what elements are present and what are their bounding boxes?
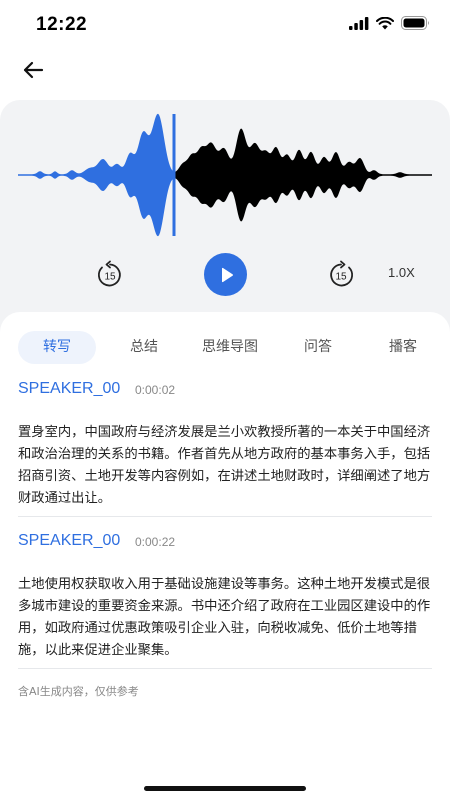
tab-bar: 转写 总结 思维导图 问答 播客 <box>18 331 438 364</box>
rewind-seconds-label: 15 <box>104 272 116 283</box>
playback-speed-button[interactable]: 1.0X <box>388 265 415 280</box>
speaker-name[interactable]: SPEAKER_00 <box>18 380 120 398</box>
content-sheet: 转写 总结 思维导图 问答 播客 SPEAKER_00 0:00:02 置身室内… <box>0 312 450 800</box>
cellular-signal-icon <box>349 16 369 30</box>
audio-player: 15 15 1.0X <box>0 100 450 340</box>
divider <box>18 668 432 669</box>
rewind-icon: 15 <box>97 260 121 287</box>
back-button[interactable] <box>18 56 48 84</box>
segment-timestamp[interactable]: 0:00:22 <box>135 535 175 549</box>
tab-transcript[interactable]: 转写 <box>18 331 96 364</box>
playback-controls: 15 15 1.0X <box>0 250 450 300</box>
tab-summary[interactable]: 总结 <box>114 331 174 364</box>
tab-podcast[interactable]: 播客 <box>373 331 433 364</box>
wifi-icon <box>376 16 394 29</box>
waveform-played <box>18 113 174 237</box>
arrow-left-icon <box>23 61 44 79</box>
waveform-unplayed <box>174 128 432 222</box>
tab-mind-map[interactable]: 思维导图 <box>194 331 266 364</box>
speaker-name[interactable]: SPEAKER_00 <box>18 532 120 550</box>
status-bar: 12:22 <box>0 0 450 50</box>
audio-waveform[interactable] <box>0 100 450 250</box>
playhead[interactable] <box>172 114 176 236</box>
play-icon <box>221 267 233 282</box>
battery-icon <box>401 16 429 30</box>
speaker-row: SPEAKER_00 0:00:02 <box>18 380 432 404</box>
ai-disclaimer: 含AI生成内容，仅供参考 <box>18 685 139 698</box>
segment-timestamp[interactable]: 0:00:02 <box>135 383 175 397</box>
tab-qa[interactable]: 问答 <box>288 331 348 364</box>
divider <box>18 516 432 517</box>
status-time: 12:22 <box>36 14 88 35</box>
transcript-segment[interactable]: SPEAKER_00 0:00:22 土地使用权获取收入用于基础设施建设等事务。… <box>18 532 432 662</box>
forward-15-button[interactable]: 15 <box>326 260 356 290</box>
speaker-row: SPEAKER_00 0:00:22 <box>18 532 432 556</box>
home-indicator[interactable] <box>144 786 306 791</box>
forward-icon: 15 <box>330 260 354 287</box>
play-button[interactable] <box>204 253 247 296</box>
segment-text: 土地使用权获取收入用于基础设施建设等事务。这种土地开发模式是很多城市建设的重要资… <box>18 577 431 658</box>
forward-seconds-label: 15 <box>335 272 347 283</box>
status-icons <box>349 16 430 30</box>
rewind-15-button[interactable]: 15 <box>95 260 125 290</box>
segment-text: 置身室内，中国政府与经济发展是兰小欢教授所著的一本关于中国经济和政治治理的关系的… <box>18 425 431 506</box>
transcript-segment[interactable]: SPEAKER_00 0:00:02 置身室内，中国政府与经济发展是兰小欢教授所… <box>18 380 432 510</box>
